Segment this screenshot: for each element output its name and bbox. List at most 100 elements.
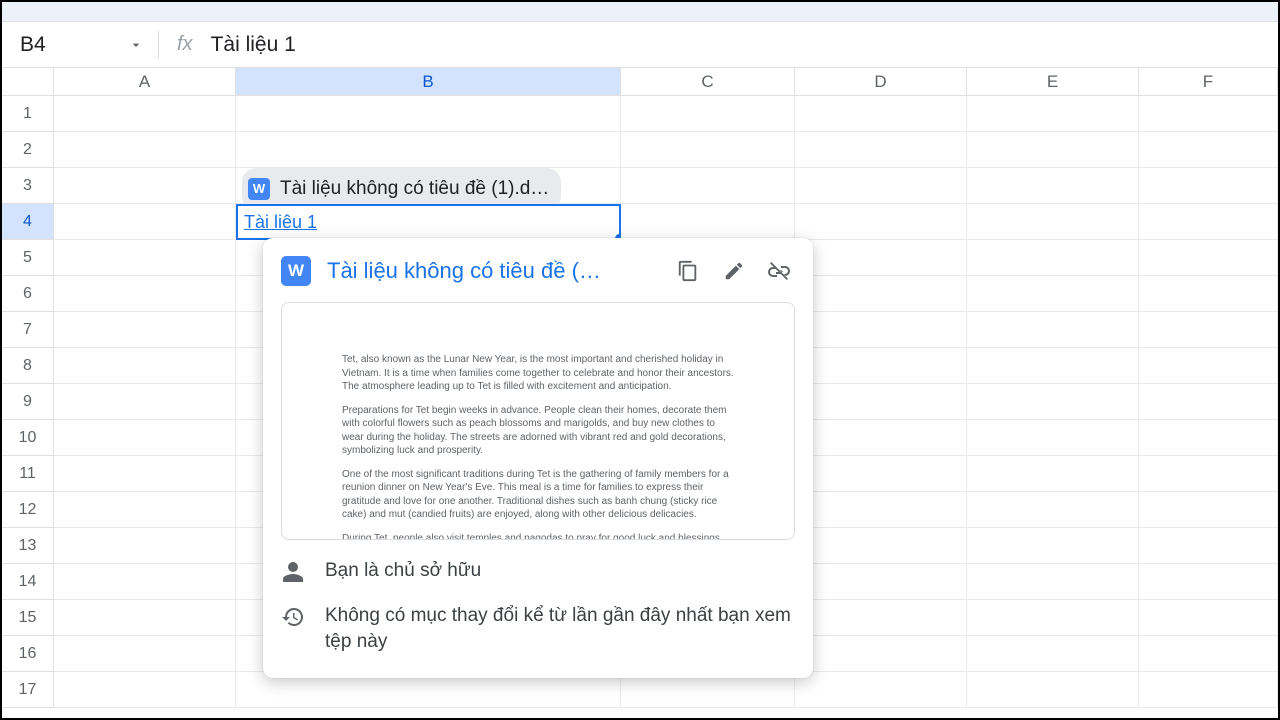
cell-F3[interactable] — [1139, 168, 1278, 204]
cell-A4[interactable] — [54, 204, 236, 240]
cell-A13[interactable] — [54, 528, 236, 564]
row-header[interactable]: 1 — [2, 96, 54, 132]
cell-A5[interactable] — [54, 240, 236, 276]
cell-F4[interactable] — [1139, 204, 1278, 240]
cell-F11[interactable] — [1139, 456, 1278, 492]
cell-A7[interactable] — [54, 312, 236, 348]
cell-D10[interactable] — [795, 420, 967, 456]
cell-D12[interactable] — [795, 492, 967, 528]
edit-icon[interactable] — [719, 256, 749, 286]
hover-card-title[interactable]: Tài liệu không có tiêu đề (… — [327, 258, 657, 284]
cell-F10[interactable] — [1139, 420, 1278, 456]
cell-D17[interactable] — [795, 672, 967, 708]
col-header-D[interactable]: D — [795, 68, 967, 95]
cell-A15[interactable] — [54, 600, 236, 636]
cell-E2[interactable] — [967, 132, 1139, 168]
cell-F9[interactable] — [1139, 384, 1278, 420]
cell-D5[interactable] — [795, 240, 967, 276]
cell-A3[interactable] — [54, 168, 236, 204]
row-header[interactable]: 5 — [2, 240, 54, 276]
row-header[interactable]: 7 — [2, 312, 54, 348]
row-header[interactable]: 15 — [2, 600, 54, 636]
cell-F12[interactable] — [1139, 492, 1278, 528]
cell-C2[interactable] — [621, 132, 795, 168]
col-header-B[interactable]: B — [236, 68, 621, 95]
cell-D15[interactable] — [795, 600, 967, 636]
cell-F17[interactable] — [1139, 672, 1278, 708]
cell-F8[interactable] — [1139, 348, 1278, 384]
cell-E10[interactable] — [967, 420, 1139, 456]
cell-E9[interactable] — [967, 384, 1139, 420]
row-header[interactable]: 13 — [2, 528, 54, 564]
cell-E3[interactable] — [967, 168, 1139, 204]
row-header[interactable]: 9 — [2, 384, 54, 420]
cell-A10[interactable] — [54, 420, 236, 456]
cell-A12[interactable] — [54, 492, 236, 528]
cell-E4[interactable] — [967, 204, 1139, 240]
cell-B3[interactable]: WTài liệu không có tiêu đề (1).d… — [236, 168, 621, 204]
cell-D3[interactable] — [795, 168, 967, 204]
cell-E5[interactable] — [967, 240, 1139, 276]
cell-E15[interactable] — [967, 600, 1139, 636]
cell-D1[interactable] — [795, 96, 967, 132]
cell-A11[interactable] — [54, 456, 236, 492]
cell-A2[interactable] — [54, 132, 236, 168]
cell-E8[interactable] — [967, 348, 1139, 384]
cell-B4[interactable]: Tài liêu 1 — [236, 204, 621, 240]
col-header-E[interactable]: E — [967, 68, 1139, 95]
cell-E7[interactable] — [967, 312, 1139, 348]
cell-E6[interactable] — [967, 276, 1139, 312]
row-header[interactable]: 11 — [2, 456, 54, 492]
cell-D11[interactable] — [795, 456, 967, 492]
cell-F1[interactable] — [1139, 96, 1278, 132]
cell-C4[interactable] — [621, 204, 795, 240]
select-all-corner[interactable] — [2, 68, 54, 95]
row-header[interactable]: 14 — [2, 564, 54, 600]
cell-E12[interactable] — [967, 492, 1139, 528]
cell-E1[interactable] — [967, 96, 1139, 132]
cell-E17[interactable] — [967, 672, 1139, 708]
cell-D16[interactable] — [795, 636, 967, 672]
cell-F13[interactable] — [1139, 528, 1278, 564]
col-header-A[interactable]: A — [54, 68, 236, 95]
cell-D7[interactable] — [795, 312, 967, 348]
row-header[interactable]: 17 — [2, 672, 54, 708]
cell-D2[interactable] — [795, 132, 967, 168]
cell-F2[interactable] — [1139, 132, 1278, 168]
cell-D9[interactable] — [795, 384, 967, 420]
cell-A1[interactable] — [54, 96, 236, 132]
cell-A16[interactable] — [54, 636, 236, 672]
col-header-C[interactable]: C — [621, 68, 795, 95]
cell-F16[interactable] — [1139, 636, 1278, 672]
cell-E16[interactable] — [967, 636, 1139, 672]
name-box[interactable]: B4 — [10, 33, 150, 57]
cell-B1[interactable] — [236, 96, 621, 132]
row-header[interactable]: 4 — [2, 204, 54, 240]
cell-E14[interactable] — [967, 564, 1139, 600]
cell-E11[interactable] — [967, 456, 1139, 492]
cell-F7[interactable] — [1139, 312, 1278, 348]
cell-A17[interactable] — [54, 672, 236, 708]
file-chip[interactable]: WTài liệu không có tiêu đề (1).d… — [242, 168, 561, 204]
cell-A8[interactable] — [54, 348, 236, 384]
row-header[interactable]: 8 — [2, 348, 54, 384]
row-header[interactable]: 12 — [2, 492, 54, 528]
cell-E13[interactable] — [967, 528, 1139, 564]
spreadsheet-grid[interactable]: A B C D E F 123WTài liệu không có tiêu đ… — [2, 68, 1278, 708]
unlink-icon[interactable] — [765, 256, 795, 286]
cell-B2[interactable] — [236, 132, 621, 168]
row-header[interactable]: 6 — [2, 276, 54, 312]
copy-icon[interactable] — [673, 256, 703, 286]
cell-D6[interactable] — [795, 276, 967, 312]
row-header[interactable]: 10 — [2, 420, 54, 456]
cell-C1[interactable] — [621, 96, 795, 132]
cell-D4[interactable] — [795, 204, 967, 240]
document-preview[interactable]: Tet, also known as the Lunar New Year, i… — [281, 302, 795, 540]
cell-D8[interactable] — [795, 348, 967, 384]
cell-F14[interactable] — [1139, 564, 1278, 600]
row-header[interactable]: 2 — [2, 132, 54, 168]
cell-C3[interactable] — [621, 168, 795, 204]
cell-D13[interactable] — [795, 528, 967, 564]
cell-F6[interactable] — [1139, 276, 1278, 312]
cell-F15[interactable] — [1139, 600, 1278, 636]
